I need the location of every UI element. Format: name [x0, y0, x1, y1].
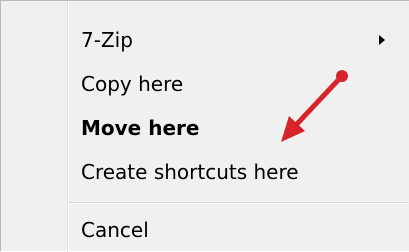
context-menu: 7-Zip Copy here Move here Create shortcu… [0, 0, 409, 252]
menu-item-label: 7-Zip [81, 28, 133, 52]
menu-item-create-shortcuts-here[interactable]: Create shortcuts here [5, 155, 405, 189]
menu-separator [68, 202, 408, 204]
menu-item-7zip[interactable]: 7-Zip [5, 23, 405, 57]
menu-item-move-here[interactable]: Move here [5, 111, 405, 145]
menu-item-label: Cancel [81, 218, 149, 242]
menu-item-label: Create shortcuts here [81, 160, 299, 184]
menu-item-label: Move here [81, 116, 200, 140]
menu-item-cancel[interactable]: Cancel [5, 213, 405, 247]
submenu-arrow-icon [379, 35, 385, 45]
menu-item-label: Copy here [81, 72, 184, 96]
menu-item-copy-here[interactable]: Copy here [5, 67, 405, 101]
